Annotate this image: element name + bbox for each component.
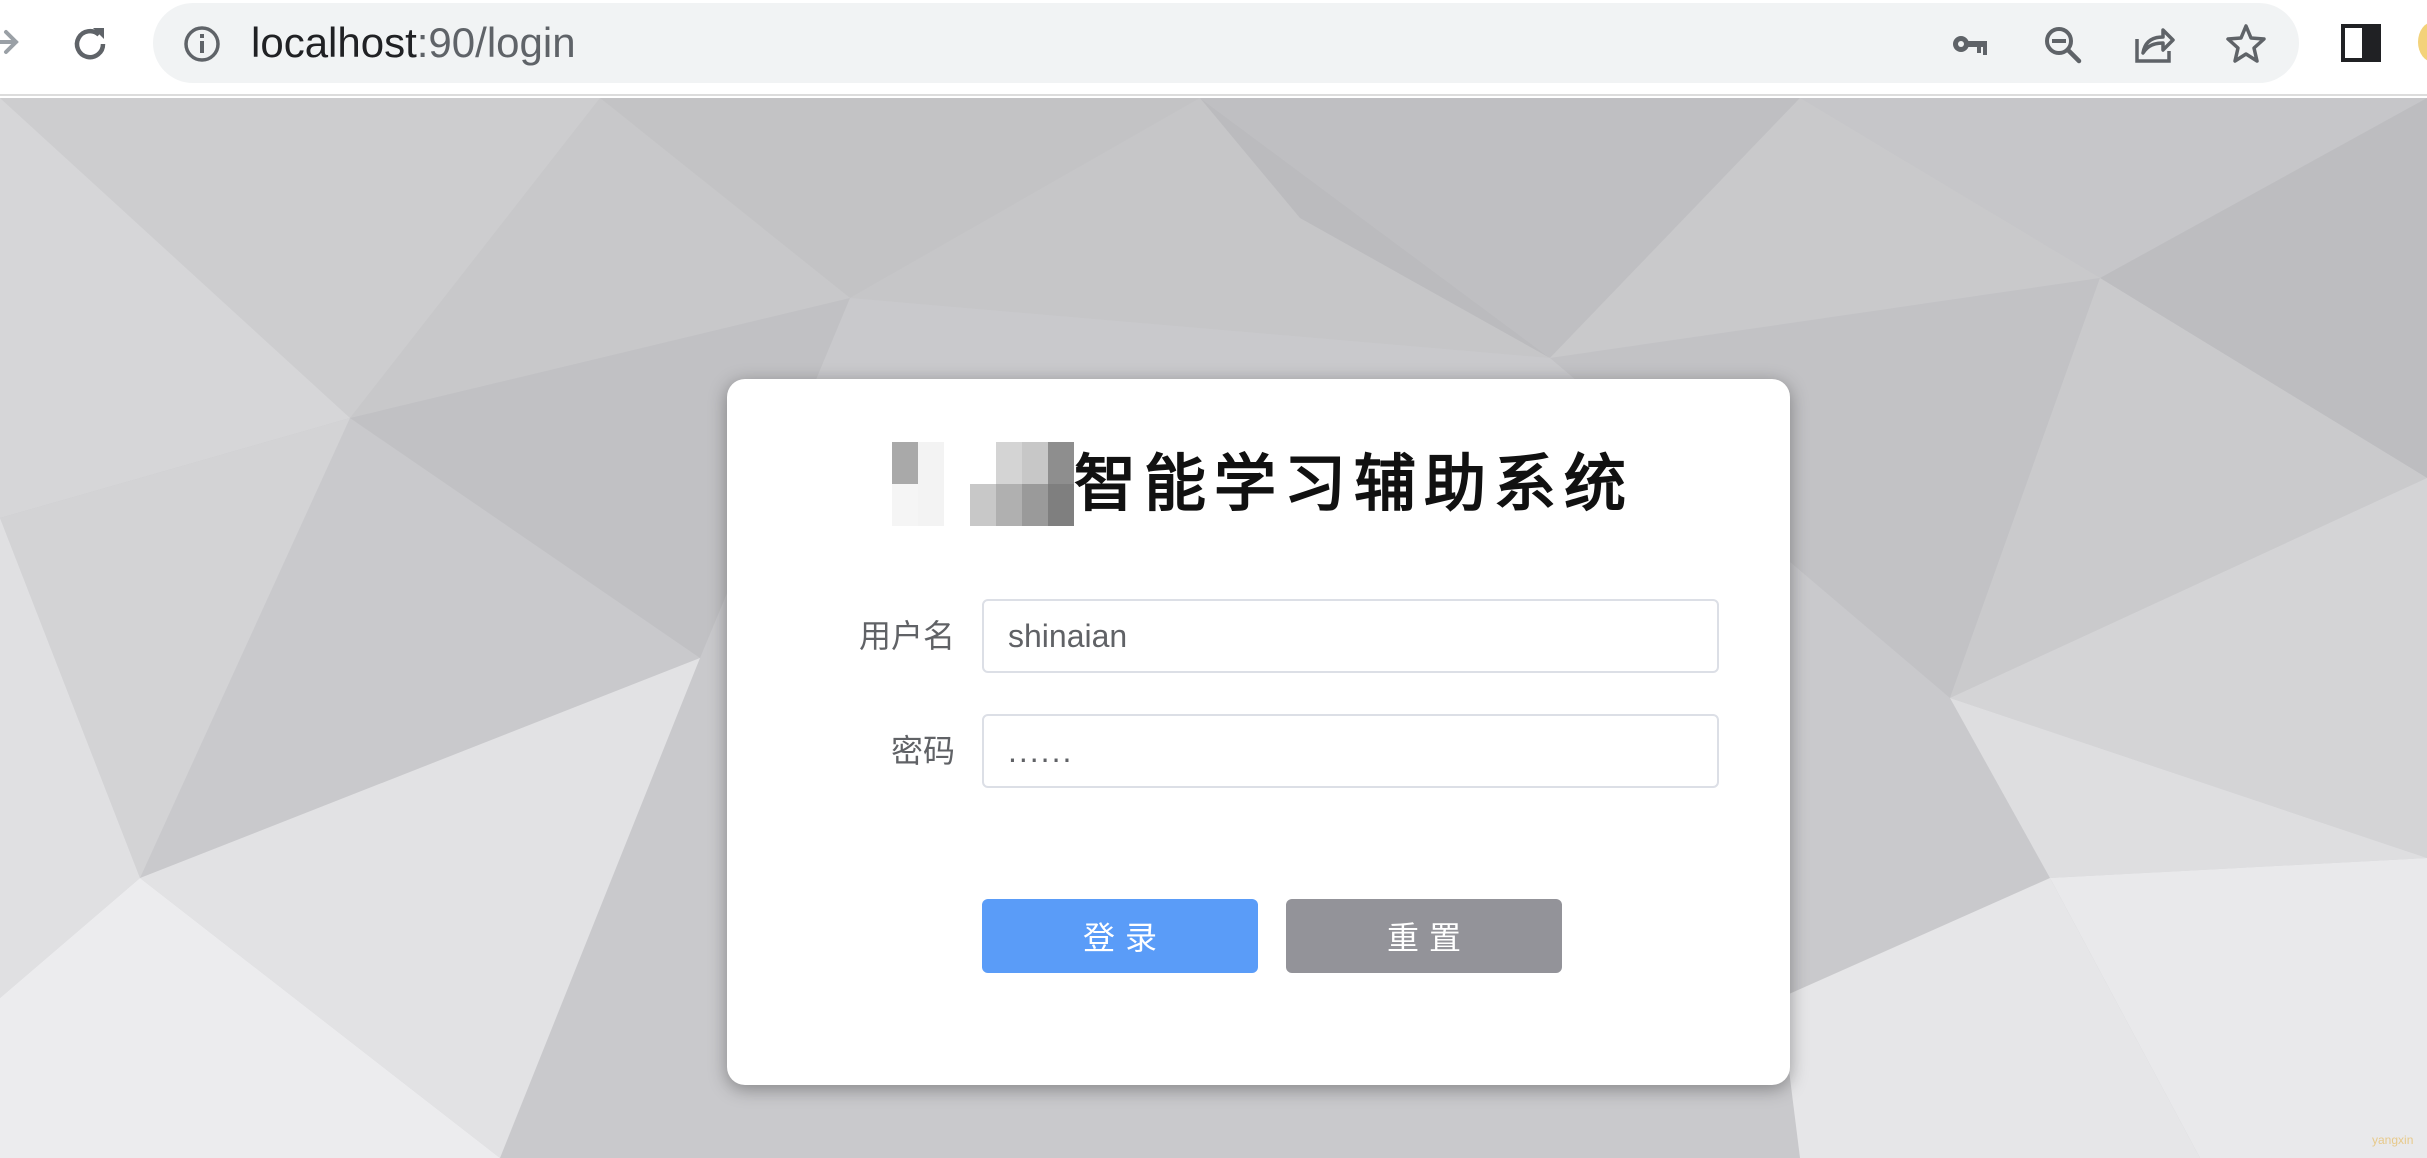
username-row: 用户名 bbox=[727, 599, 1790, 673]
password-label: 密码 bbox=[890, 732, 955, 770]
browser-toolbar: localhost:90/login bbox=[0, 0, 2427, 96]
info-circle-icon[interactable] bbox=[181, 23, 223, 65]
forward-arrow-icon[interactable] bbox=[0, 16, 30, 68]
share-icon[interactable] bbox=[2129, 19, 2179, 69]
login-button[interactable]: 登录 bbox=[982, 899, 1258, 973]
reset-button[interactable]: 重置 bbox=[1286, 899, 1562, 973]
side-panel-icon[interactable] bbox=[2336, 18, 2386, 68]
key-icon[interactable] bbox=[1945, 19, 1995, 69]
url-text[interactable]: localhost:90/login bbox=[251, 3, 576, 83]
username-label: 用户名 bbox=[858, 617, 955, 655]
url-path: :90/login bbox=[416, 19, 576, 66]
address-bar[interactable]: localhost:90/login bbox=[153, 3, 2299, 83]
username-input[interactable] bbox=[982, 599, 1719, 673]
password-row: 密码 bbox=[727, 714, 1790, 788]
star-icon[interactable] bbox=[2221, 19, 2271, 69]
profile-avatar[interactable] bbox=[2418, 22, 2427, 62]
login-card: 智能学习辅助系统 用户名 密码 登录 重置 bbox=[727, 379, 1790, 1085]
url-host: localhost bbox=[251, 19, 417, 66]
zoom-out-icon[interactable] bbox=[2037, 19, 2087, 69]
title-row: 智能学习辅助系统 bbox=[892, 442, 1634, 526]
page-title: 智能学习辅助系统 bbox=[1074, 447, 1635, 520]
reload-icon[interactable] bbox=[62, 16, 118, 72]
pixelated-logo bbox=[892, 442, 1074, 526]
watermark: yangxin bbox=[2372, 1133, 2414, 1147]
password-input[interactable] bbox=[982, 714, 1719, 788]
